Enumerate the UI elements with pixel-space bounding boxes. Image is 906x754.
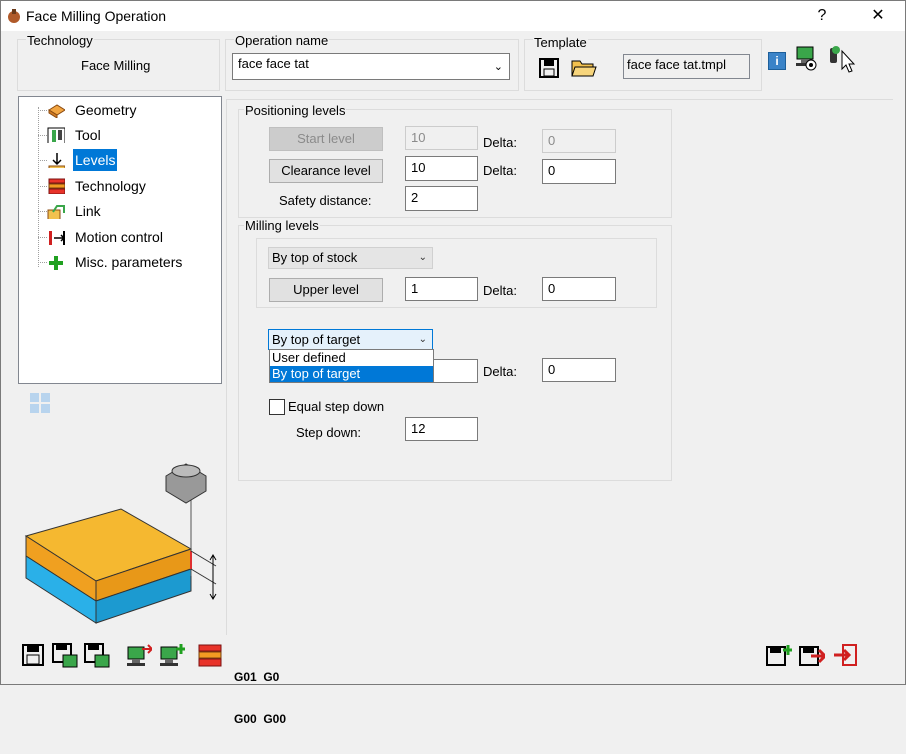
upper-level-field[interactable]: 1 bbox=[405, 277, 478, 301]
app-icon bbox=[8, 9, 20, 23]
tree-item-label: Tool bbox=[75, 127, 101, 143]
clearance-delta-field[interactable]: 0 bbox=[542, 159, 616, 184]
link-icon bbox=[47, 205, 65, 219]
tool-cursor-icon[interactable] bbox=[827, 45, 859, 73]
upper-level-button[interactable]: Upper level bbox=[269, 278, 383, 302]
safety-distance-label: Safety distance: bbox=[279, 193, 372, 208]
close-button[interactable]: ✕ bbox=[866, 5, 890, 27]
gcode-button[interactable]: G01 G0 G00 G00 bbox=[234, 642, 286, 754]
levels-icon bbox=[48, 153, 65, 168]
tree-item-label: Motion control bbox=[75, 229, 163, 245]
start-delta-label: Delta: bbox=[483, 135, 517, 150]
gcode-bottom-label: G00 G00 bbox=[234, 712, 287, 726]
step-down-field[interactable]: 12 bbox=[405, 417, 478, 441]
save-icon[interactable] bbox=[21, 643, 47, 669]
gcode-top-label: G01 G0 bbox=[234, 670, 280, 684]
help-button[interactable]: ? bbox=[810, 5, 834, 27]
template-file-field: face face tat.tmpl bbox=[623, 54, 750, 79]
level-preview-illustration bbox=[24, 463, 217, 624]
operation-name-label: Operation name bbox=[234, 33, 330, 48]
lower-delta-label: Delta: bbox=[483, 364, 517, 379]
upper-delta-label: Delta: bbox=[483, 283, 517, 298]
safety-distance-field[interactable]: 2 bbox=[405, 186, 478, 211]
tree-item-label: Levels bbox=[73, 149, 118, 171]
save-calculate-icon[interactable] bbox=[52, 643, 78, 669]
technology-table-icon[interactable] bbox=[197, 643, 223, 669]
start-level-button[interactable]: Start level bbox=[269, 127, 383, 151]
open-folder-icon[interactable] bbox=[571, 56, 597, 78]
face-milling-window: Face Milling Operation ? ✕ Technology Fa… bbox=[0, 0, 906, 726]
grid-view-icon[interactable] bbox=[29, 392, 51, 414]
window-title: Face Milling Operation bbox=[26, 8, 167, 24]
equal-step-label: Equal step down bbox=[288, 399, 385, 414]
lower-level-combo-value: By top of target bbox=[272, 332, 361, 347]
technology-group-label: Technology bbox=[26, 33, 94, 48]
upper-delta-field[interactable]: 0 bbox=[542, 277, 616, 301]
operation-name-combo[interactable]: face face tat ⌄ bbox=[232, 53, 510, 80]
clearance-level-button[interactable]: Clearance level bbox=[269, 159, 383, 183]
clearance-level-field[interactable]: 10 bbox=[405, 156, 478, 181]
chevron-down-icon: ⌄ bbox=[418, 252, 427, 263]
lower-level-combo[interactable]: By top of target ⌄ bbox=[268, 329, 433, 350]
title-bar: Face Milling Operation ? ✕ bbox=[1, 1, 905, 31]
tool-icon bbox=[47, 127, 65, 143]
preview-icon[interactable] bbox=[794, 45, 820, 73]
plus-icon bbox=[49, 256, 63, 270]
motion-control-icon bbox=[49, 231, 65, 245]
template-file-value: face face tat.tmpl bbox=[627, 57, 726, 72]
equal-step-checkbox[interactable] bbox=[269, 399, 285, 415]
save-add-icon[interactable] bbox=[766, 643, 792, 669]
geometry-icon bbox=[48, 104, 65, 118]
step-down-label: Step down: bbox=[296, 425, 362, 440]
positioning-group-label: Positioning levels bbox=[244, 103, 347, 118]
simulate-add-icon[interactable] bbox=[159, 643, 185, 669]
tree-item-label: Misc. parameters bbox=[75, 254, 183, 270]
save-exit-icon[interactable] bbox=[799, 643, 825, 669]
technology-icon bbox=[48, 178, 65, 194]
technology-value: Face Milling bbox=[81, 58, 151, 73]
settings-tree: Geometry Tool Levels Technology Link Mot… bbox=[18, 96, 222, 384]
save-calculate-all-icon[interactable] bbox=[84, 643, 110, 669]
chevron-down-icon: ⌄ bbox=[418, 334, 427, 345]
simulate-icon[interactable] bbox=[126, 643, 152, 669]
operation-name-value: face face tat bbox=[238, 56, 309, 71]
lower-level-dropdown: User defined By top of target bbox=[269, 349, 434, 383]
tree-item-label: Geometry bbox=[75, 102, 137, 118]
upper-level-combo[interactable]: By top of stock ⌄ bbox=[268, 247, 433, 269]
tree-item-label: Link bbox=[75, 203, 101, 219]
tree-item-label: Technology bbox=[75, 178, 146, 194]
start-delta-field[interactable]: 0 bbox=[542, 129, 616, 153]
start-level-field[interactable]: 10 bbox=[405, 126, 478, 150]
info-icon[interactable]: i bbox=[768, 52, 786, 70]
milling-group-label: Milling levels bbox=[244, 218, 320, 233]
chevron-down-icon: ⌄ bbox=[493, 61, 503, 73]
template-label: Template bbox=[533, 35, 588, 50]
clearance-delta-label: Delta: bbox=[483, 163, 517, 178]
lower-delta-field[interactable]: 0 bbox=[542, 358, 616, 382]
dropdown-option-by-top-of-target[interactable]: By top of target bbox=[270, 366, 433, 382]
dropdown-option-user-defined[interactable]: User defined bbox=[270, 350, 433, 366]
save-template-icon[interactable] bbox=[539, 58, 559, 78]
upper-level-combo-value: By top of stock bbox=[272, 250, 358, 265]
exit-icon[interactable] bbox=[833, 643, 859, 669]
